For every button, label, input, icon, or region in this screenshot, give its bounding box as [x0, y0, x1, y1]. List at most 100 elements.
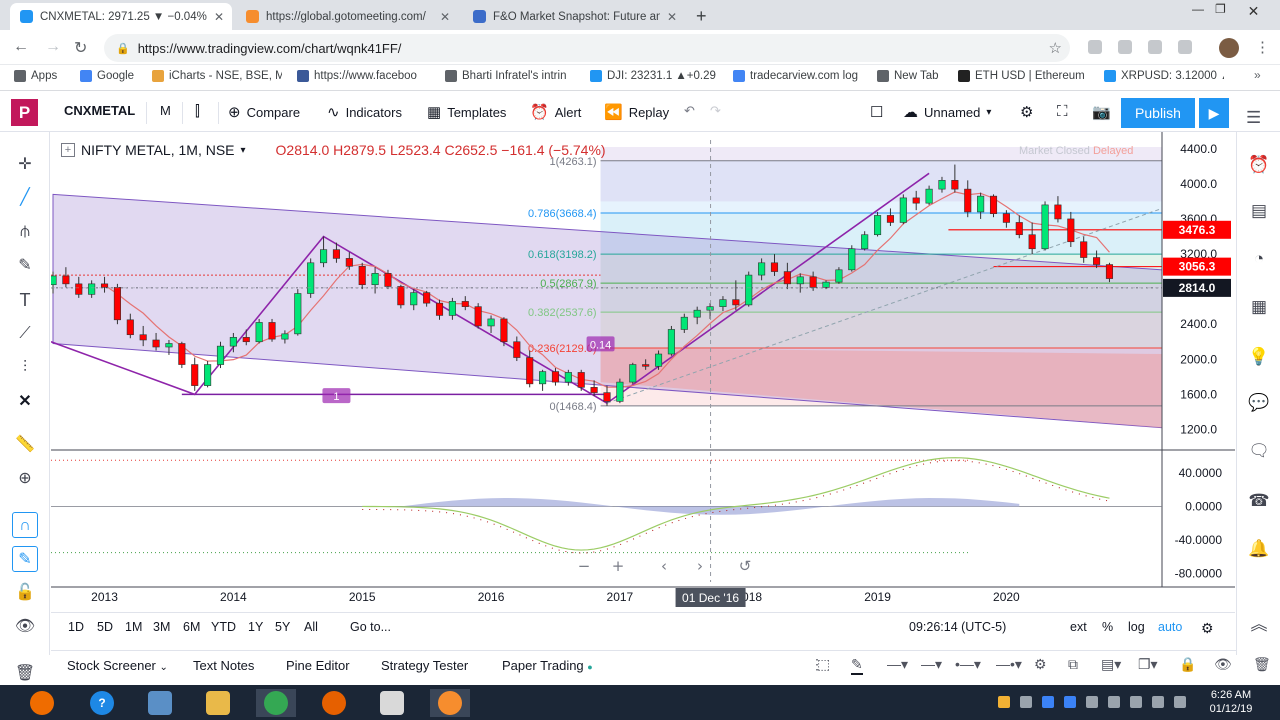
- alert-button[interactable]: ⏰ Alert: [530, 103, 581, 121]
- close-window-button[interactable]: ✕: [1231, 0, 1276, 22]
- clone-icon[interactable]: ❐▾: [1138, 656, 1158, 673]
- ruler-icon[interactable]: 📏: [12, 432, 38, 458]
- notifications-icon[interactable]: 🔔: [1246, 536, 1272, 562]
- hotlist-icon[interactable]: ◔: [1246, 246, 1272, 272]
- fullscreen-button[interactable]: ⛶: [1057, 103, 1068, 120]
- chart-area[interactable]: 1(4263.1) 0.786(3668.4) 0.618(3198.2) 0.5(2…: [51, 132, 1235, 612]
- stay-in-drawing-icon[interactable]: ✎: [12, 546, 38, 572]
- bookmark-item[interactable]: ETH USD | Ethereum: [958, 70, 1085, 82]
- symbol-search-button[interactable]: CNXMETAL: [64, 103, 135, 118]
- publish-button[interactable]: Publish: [1121, 98, 1195, 128]
- gotomeeting-button[interactable]: [430, 689, 470, 717]
- compare-button[interactable]: ⊕ Compare: [228, 103, 300, 121]
- period-button[interactable]: 1M: [125, 620, 142, 634]
- tab-text-notes[interactable]: Text Notes: [193, 658, 254, 673]
- forward-icon[interactable]: →: [45, 38, 61, 56]
- browser-tab[interactable]: F&O Market Snapshot: Future an ✕: [463, 3, 685, 30]
- clock-readout[interactable]: 09:26:14 (UTC-5): [909, 620, 1006, 634]
- templates-button[interactable]: ▦ Templates: [427, 103, 506, 121]
- restore-button[interactable]: ❐: [1215, 2, 1226, 16]
- live-stream-button[interactable]: ▶: [1199, 98, 1229, 128]
- replay-button[interactable]: ⏪ Replay: [604, 103, 669, 121]
- volume-icon[interactable]: [1152, 696, 1164, 708]
- tab-stock-screener[interactable]: Stock Screener ⌄: [67, 658, 168, 673]
- fullscreen-select-button[interactable]: ☐: [870, 103, 883, 121]
- text-tool-icon[interactable]: T: [12, 287, 38, 313]
- trash-icon[interactable]: 🗑: [1253, 656, 1271, 673]
- bookmark-item[interactable]: DJI: 23231.1 ▲+0.29: [590, 70, 716, 82]
- tradingview-logo[interactable]: P: [11, 99, 38, 126]
- new-tab-button[interactable]: +: [696, 6, 707, 27]
- line-arrow-icon[interactable]: —•▾: [996, 656, 1022, 673]
- bookmark-item[interactable]: New Tab: [877, 70, 939, 82]
- close-tab-icon[interactable]: ✕: [440, 10, 450, 24]
- line-style-icon[interactable]: —▾: [887, 656, 908, 673]
- snapshot-button[interactable]: 📷: [1092, 103, 1111, 121]
- chart-nav-control[interactable]: −: [578, 557, 591, 575]
- browser-tab[interactable]: https://global.gotomeeting.com/ ✕: [236, 3, 458, 30]
- extension-icon[interactable]: [1088, 40, 1102, 54]
- line-dash-icon[interactable]: —▾: [921, 656, 942, 673]
- bookmark-item[interactable]: XRPUSD: 3.12000 ▲: [1104, 70, 1224, 82]
- period-button[interactable]: All: [304, 620, 318, 634]
- period-button[interactable]: 1D: [68, 620, 84, 634]
- scale-settings-icon[interactable]: ⚙: [1201, 620, 1214, 637]
- start-button[interactable]: [22, 689, 62, 717]
- log-toggle[interactable]: log: [1128, 620, 1145, 634]
- tab-strategy-tester[interactable]: Strategy Tester: [381, 658, 468, 673]
- bookmark-item[interactable]: https://www.faceboo: [297, 70, 417, 82]
- chart-style-button[interactable]: ⫿: [195, 103, 200, 120]
- chart-nav-control[interactable]: ›: [697, 557, 703, 575]
- tab-paper-trading[interactable]: Paper Trading ●: [502, 658, 593, 673]
- select-tool-icon[interactable]: ⬚: [817, 656, 830, 673]
- chats-icon[interactable]: 💬: [1246, 390, 1272, 416]
- reload-icon[interactable]: ↻: [74, 38, 87, 58]
- alarm-clock-icon[interactable]: ⏰: [1246, 152, 1272, 178]
- crosshair-tool-icon[interactable]: ✛: [12, 152, 38, 178]
- collapse-panel-icon[interactable]: ︽: [1246, 612, 1272, 638]
- keyboard-icon[interactable]: [1174, 696, 1186, 708]
- bookmark-item[interactable]: tradecarview.com log: [733, 70, 858, 82]
- data-window-icon[interactable]: ▤: [1246, 198, 1272, 224]
- percent-toggle[interactable]: %: [1102, 620, 1113, 634]
- pen-tool-icon[interactable]: ✎: [851, 656, 863, 675]
- url-bar[interactable]: 🔒 https://www.tradingview.com/chart/wqnk…: [104, 34, 1070, 62]
- chevron-down-icon[interactable]: ▾: [241, 145, 246, 156]
- tray-icon[interactable]: [998, 696, 1010, 708]
- layers-icon[interactable]: ⧉: [1068, 656, 1078, 673]
- chart-nav-control[interactable]: +: [612, 557, 625, 575]
- undo-button[interactable]: ↶: [684, 103, 695, 119]
- magnet-icon[interactable]: ∩: [12, 512, 38, 538]
- period-button[interactable]: YTD: [211, 620, 236, 634]
- desktop-button[interactable]: [140, 689, 180, 717]
- period-button[interactable]: 5Y: [275, 620, 290, 634]
- indicators-button[interactable]: ∿ Indicators: [327, 103, 402, 121]
- period-button[interactable]: 3M: [153, 620, 170, 634]
- bookmark-item[interactable]: iCharts - NSE, BSE, M: [152, 70, 282, 82]
- trend-line-tool-icon[interactable]: ╱: [12, 185, 38, 211]
- hide-drawings-icon[interactable]: 👁: [12, 614, 38, 640]
- bookmark-item[interactable]: Bharti Infratel's intrin: [445, 70, 566, 82]
- support-icon[interactable]: ☎: [1246, 488, 1272, 514]
- lock-icon[interactable]: 🔒: [1179, 656, 1196, 673]
- auto-toggle[interactable]: auto: [1158, 620, 1182, 634]
- tab-pine-editor[interactable]: Pine Editor: [286, 658, 350, 673]
- period-button[interactable]: 5D: [97, 620, 113, 634]
- bluetooth-icon[interactable]: [1042, 696, 1054, 708]
- remove-drawings-icon[interactable]: ✕: [12, 389, 38, 415]
- period-button[interactable]: 6M: [183, 620, 200, 634]
- extension-icon[interactable]: [1118, 40, 1132, 54]
- layout-button[interactable]: ☁ Unnamed ▾: [903, 103, 991, 121]
- messages-icon[interactable]: 🗨: [1246, 438, 1272, 464]
- trash-icon[interactable]: 🗑: [12, 661, 38, 687]
- tray-icon[interactable]: [1108, 696, 1120, 708]
- fork-tool-icon[interactable]: ⫛: [12, 219, 38, 245]
- extension-icon[interactable]: [1148, 40, 1162, 54]
- chrome-button[interactable]: [256, 689, 296, 717]
- ext-toggle[interactable]: ext: [1070, 620, 1087, 634]
- expand-legend-icon[interactable]: +: [61, 143, 75, 157]
- goto-date-button[interactable]: Go to...: [350, 620, 391, 634]
- redo-button[interactable]: ↷: [710, 103, 721, 119]
- explorer-button[interactable]: [198, 689, 238, 717]
- extension-icon[interactable]: [1178, 40, 1192, 54]
